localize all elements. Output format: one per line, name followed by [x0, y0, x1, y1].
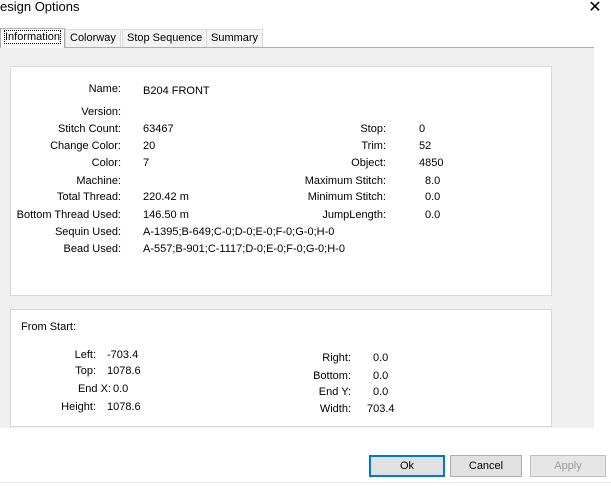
min-stitch-value: 0.0	[425, 191, 441, 203]
bead-value: A-557;B-901;C-1117;D-0;E-0;F-0;G-0;H-0	[143, 243, 345, 255]
bottom-thread-label: Bottom Thread Used:	[16, 209, 121, 221]
left-label: Left:	[74, 349, 96, 361]
stop-value: 0	[419, 123, 426, 135]
change-color-label: Change Color:	[50, 140, 121, 152]
height-value: 1078.6	[107, 401, 141, 413]
left-value: -703.4	[107, 349, 139, 361]
top-value: 1078.6	[107, 365, 141, 377]
tab-summary[interactable]: Summary	[206, 29, 264, 47]
color-label: Color:	[91, 157, 121, 169]
trim-value: 52	[419, 140, 432, 152]
machine-label: Machine:	[76, 175, 121, 187]
sequin-value: A-1395;B-649;C-0;D-0;E-0;F-0;G-0;H-0	[143, 226, 335, 238]
bottom-thread-value: 146.50 m	[143, 209, 189, 221]
apply-button[interactable]: Apply	[530, 455, 606, 477]
stitch-count-label: Stitch Count:	[58, 123, 121, 135]
right-value: 0.0	[373, 352, 389, 364]
change-color-value: 20	[143, 140, 156, 152]
divider	[0, 482, 611, 483]
width-value: 703.4	[367, 403, 395, 415]
min-stitch-label: Minimum Stitch:	[307, 191, 386, 203]
max-stitch-label: Maximum Stitch:	[304, 175, 386, 187]
tab-stop-sequence[interactable]: Stop Sequence	[122, 29, 208, 47]
color-value: 7	[143, 157, 150, 169]
tab-colorway[interactable]: Colorway	[65, 29, 121, 47]
jump-length-value: 0.0	[425, 209, 441, 221]
object-label: Object:	[351, 157, 386, 169]
end-x-label: End X:	[77, 383, 111, 395]
total-thread-label: Total Thread:	[56, 191, 121, 203]
bottom-label: Bottom:	[313, 370, 351, 382]
name-label: Name:	[88, 83, 121, 95]
bottom-value: 0.0	[373, 370, 389, 382]
sequin-label: Sequin Used:	[54, 226, 121, 238]
max-stitch-value: 8.0	[425, 175, 441, 187]
end-x-value: 0.0	[113, 383, 129, 395]
trim-label: Trim:	[361, 140, 386, 152]
window-title: esign Options	[0, 0, 80, 14]
ok-button[interactable]: Ok	[369, 455, 445, 477]
bead-label: Bead Used:	[63, 243, 121, 255]
total-thread-value: 220.42 m	[143, 191, 189, 203]
width-label: Width:	[319, 403, 351, 415]
jump-length-label: JumpLength:	[322, 209, 386, 221]
from-start-group: From Start: Left: -703.4 Top: 1078.6 End…	[10, 309, 552, 427]
stop-label: Stop:	[360, 123, 386, 135]
from-start-title: From Start:	[21, 321, 77, 333]
end-y-label: End Y:	[318, 386, 351, 398]
object-value: 4850	[419, 157, 444, 169]
tab-panel: Name: B204 FRONT Version: Stitch Count: …	[0, 47, 594, 428]
right-label: Right:	[322, 352, 351, 364]
height-label: Height:	[61, 401, 96, 413]
close-icon[interactable]: ✕	[585, 0, 605, 17]
cancel-button[interactable]: Cancel	[450, 455, 522, 477]
top-label: Top:	[75, 365, 96, 377]
stitch-count-value: 63467	[143, 123, 174, 135]
name-value: B204 FRONT	[143, 85, 210, 97]
end-y-value: 0.0	[373, 386, 389, 398]
info-group: Name: B204 FRONT Version: Stitch Count: …	[10, 66, 552, 296]
tab-information[interactable]: Information	[0, 28, 66, 48]
version-label: Version:	[81, 106, 121, 118]
